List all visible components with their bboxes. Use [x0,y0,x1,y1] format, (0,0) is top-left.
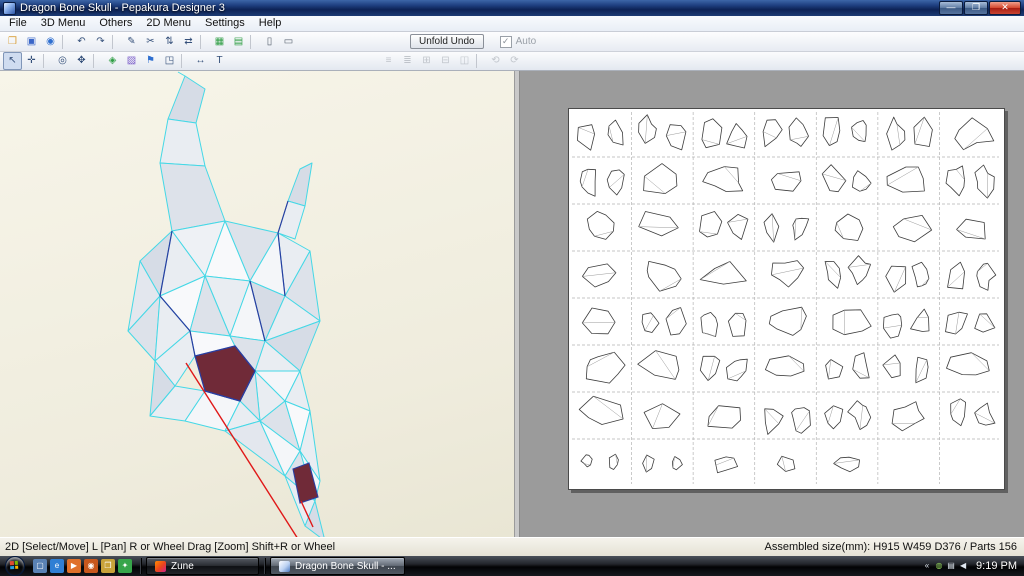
pan-icon[interactable]: ✥ [72,52,91,70]
export-globe-icon[interactable]: ◉ [41,33,60,51]
windows-flag-icon [9,560,19,570]
start-button[interactable] [5,556,25,576]
firefox-icon[interactable]: ◉ [84,559,98,573]
toolbar-separator [112,34,120,49]
arrange-parts-icon: ◫ [459,55,470,66]
close-button[interactable]: ✕ [989,1,1021,15]
rotate-left-icon: ⟲ [491,55,500,66]
system-tray: «◍ ▤ ◀ 9:19 PM [921,560,1022,572]
menu-file[interactable]: File [2,16,34,31]
texture-icon[interactable]: ▨ [122,52,141,70]
maximize-button[interactable]: ❐ [964,1,988,15]
internet-explorer-icon[interactable]: e [50,559,64,573]
pen-icon[interactable]: ✎ [122,33,141,51]
mouse-hint-text: 2D [Select/Move] L [Pan] R or Wheel Drag… [5,541,336,553]
screen: Dragon Bone Skull - Pepakura Designer 3 … [0,0,1024,576]
zoom-icon[interactable]: ◎ [53,52,72,70]
app-window: Dragon Bone Skull - Pepakura Designer 3 … [0,0,1024,557]
network-icon[interactable]: ▤ [945,560,957,572]
pattern-page[interactable] [568,108,1005,490]
taskbar-clock[interactable]: 9:19 PM [976,560,1017,572]
toolbar-separator [200,34,208,49]
toolbar-2d-tools: ↖ ✛ ◎ ✥ ◈ ▨ ⚑ ◳ ↔ T ≡ ≣ ⊞ ⊟ ◫ ⟲ ⟳ [0,52,1024,71]
toolbar-separator [62,34,70,49]
menu-help[interactable]: Help [252,16,289,31]
taskbar-separator [140,558,141,574]
taskbar-button-zune[interactable]: Zune [146,557,259,575]
pepakura-app-icon [3,1,16,15]
page-portrait-icon[interactable]: ▯ [260,33,279,51]
status-bar: 2D [Select/Move] L [Pan] R or Wheel Drag… [0,537,1024,556]
flip-horizontal-icon[interactable]: ⇄ [179,33,198,51]
redo-icon[interactable]: ↷ [91,33,110,51]
align-center-icon: ≣ [403,55,412,66]
toolbar-separator [43,54,51,68]
folder-explorer-icon[interactable]: ❒ [101,559,115,573]
auto-checkbox[interactable]: ✓ [499,35,512,48]
3d-skull-wireframe [127,71,325,537]
toolbar-separator [93,54,101,68]
taskbar-button-pepakura[interactable]: Dragon Bone Skull - ... [270,557,405,575]
menu-2d-menu[interactable]: 2D Menu [139,16,198,31]
edit-vertex-icon[interactable]: ✛ [22,52,41,70]
unfold-undo-button[interactable]: Unfold Undo [410,34,484,49]
menu-settings[interactable]: Settings [198,16,252,31]
measure-icon[interactable]: ↔ [191,52,210,70]
scissors-icon[interactable]: ✂ [141,33,160,51]
grid-view-icon[interactable]: ▦ [210,33,229,51]
text-tool-icon[interactable]: T [210,52,229,70]
quick-launch: ▢ e ▶ ◉ ❒ ✦ [33,559,132,573]
window-title: Dragon Bone Skull - Pepakura Designer 3 [20,2,225,14]
toolbar-separator [181,54,189,68]
save-icon[interactable]: ▣ [22,33,41,51]
pepakura-icon [279,560,290,572]
open-folder-icon[interactable]: ❒ [3,33,22,51]
toolbar-separator [476,54,484,68]
2d-viewport[interactable] [520,71,1024,537]
hidden-icons-icon[interactable]: « [921,560,933,572]
flip-vertical-icon[interactable]: ⇅ [160,33,179,51]
taskbar-button-pepakura-label: Dragon Bone Skull - ... [295,560,396,572]
solid-cube-icon[interactable]: ◈ [103,52,122,70]
zune-icon [155,560,166,572]
assembled-size-text: Assembled size(mm): H915 W459 D376 / Par… [764,541,1018,553]
update-icon[interactable]: ◍ [933,560,945,572]
join-parts-icon: ⊞ [422,55,431,66]
menu-bar: File 3D Menu Others 2D Menu Settings Hel… [0,16,1024,32]
3d-viewport[interactable] [0,71,514,537]
select-move-icon[interactable]: ↖ [3,52,22,70]
stamp-icon[interactable]: ◳ [160,52,179,70]
auto-unfold-option: ✓ Auto [499,35,537,48]
show-desktop-icon[interactable]: ▢ [33,559,47,573]
unfolded-parts-layout [572,112,999,484]
windows-taskbar: ▢ e ▶ ◉ ❒ ✦ Zune Dragon Bone Skull - ... «◍ ▤ ◀… [0,556,1024,576]
minimize-button[interactable]: — [939,1,963,15]
align-left-icon: ≡ [385,55,392,66]
auto-checkbox-label: Auto [515,36,537,47]
messenger-icon[interactable]: ✦ [118,559,132,573]
volume-icon[interactable]: ◀ [957,560,969,572]
toolbar-main: ❒ ▣ ◉ ↶ ↷ ✎ ✂ ⇅ ⇄ ▦ ▤ ▯ ▭ Unfold Undo ✓ Auto [0,32,1024,52]
rotate-right-icon: ⟳ [510,55,519,66]
toolbar-separator [250,34,258,49]
taskbar-button-zune-label: Zune [171,560,194,572]
menu-3d-menu[interactable]: 3D Menu [34,16,93,31]
title-bar[interactable]: Dragon Bone Skull - Pepakura Designer 3 … [0,0,1024,16]
flag-mark-icon[interactable]: ⚑ [141,52,160,70]
divide-parts-icon: ⊟ [441,55,450,66]
undo-icon[interactable]: ↶ [72,33,91,51]
page-landscape-icon[interactable]: ▭ [279,33,298,51]
media-player-icon[interactable]: ▶ [67,559,81,573]
content-area [0,71,1024,537]
taskbar-separator [264,558,265,574]
menu-others[interactable]: Others [92,16,139,31]
table-view-icon[interactable]: ▤ [229,33,248,51]
